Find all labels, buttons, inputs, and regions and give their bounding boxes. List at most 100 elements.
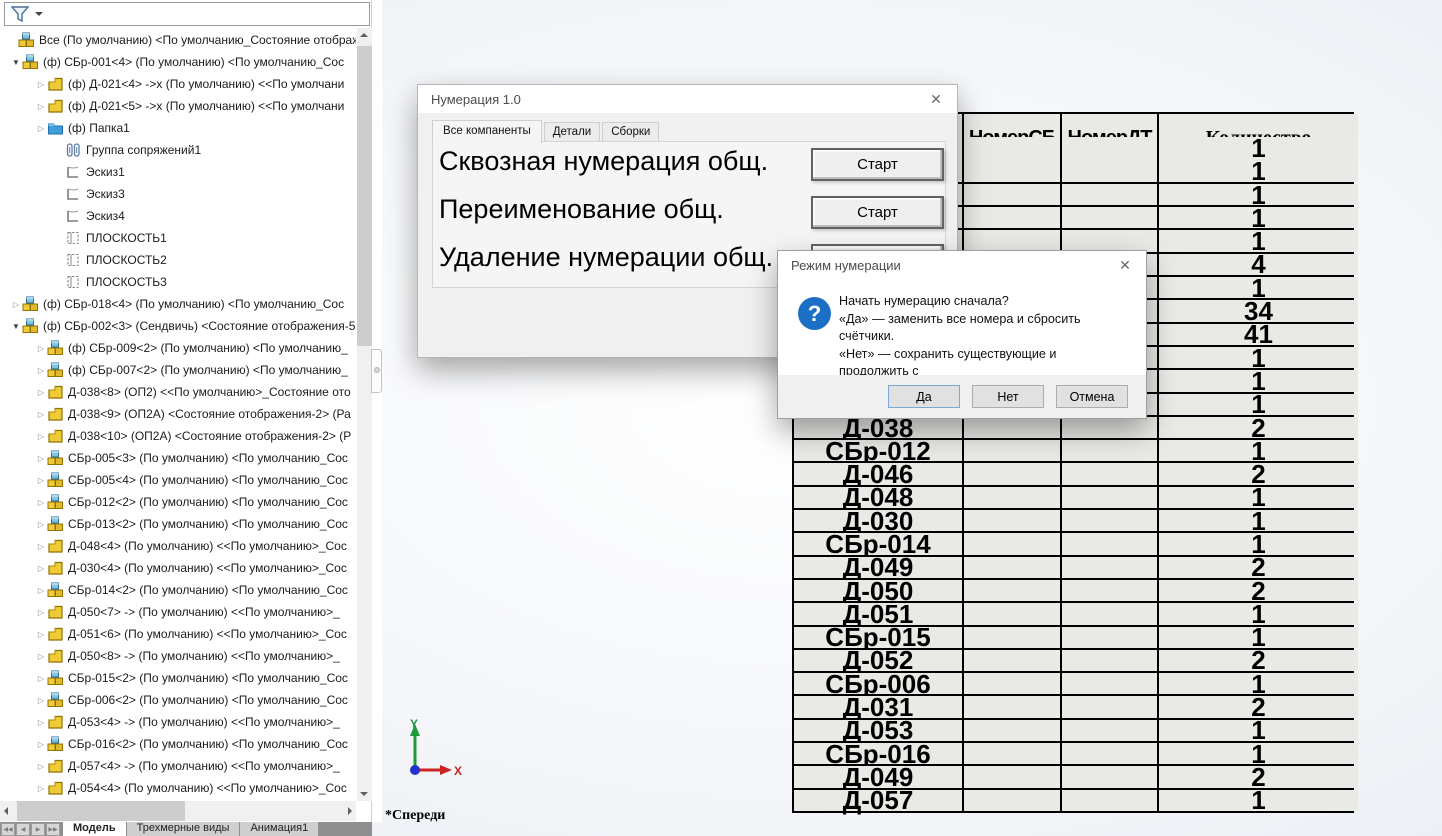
tree-item[interactable]: (ф) Д-021<4> ->х (По умолчанию) <<По умо… [0, 73, 356, 95]
panel-collapse-handle[interactable] [371, 349, 382, 393]
expand-arrow-icon[interactable] [35, 410, 47, 419]
tree-item[interactable]: Д-050<7> -> (По умолчанию) <<По умолчани… [0, 601, 356, 623]
expand-arrow-icon[interactable] [35, 542, 47, 551]
tree-item[interactable]: Д-038<10> (ОП2А) <Состояние отображения-… [0, 425, 356, 447]
tree-item[interactable]: Д-056<4> (По умолчанию) <По [0, 799, 356, 800]
expand-arrow-icon[interactable] [35, 498, 47, 507]
numbering-tab[interactable]: Сборки [602, 122, 659, 142]
expand-arrow-icon[interactable] [35, 520, 47, 529]
expand-arrow-icon[interactable] [10, 300, 22, 309]
tree-item[interactable]: Эскиз1 [0, 161, 356, 183]
tree-item[interactable]: СБр-015<2> (По умолчанию) <По умолчанию_… [0, 667, 356, 689]
filter-dropdown-caret[interactable] [35, 12, 43, 20]
tree-item[interactable]: (ф) СБр-018<4> (По умолчанию) <По умолча… [0, 293, 356, 315]
tree-horizontal-scrollbar[interactable] [0, 801, 356, 821]
expand-arrow-icon[interactable] [35, 564, 47, 573]
expand-arrow-icon[interactable] [35, 124, 47, 133]
expand-arrow-icon[interactable] [10, 322, 22, 331]
numbering-tab[interactable]: Все компаненты [432, 120, 542, 143]
feature-tree: Все (По умолчанию) <По умолчанию_Состоян… [0, 28, 356, 800]
tree-item[interactable]: (ф) СБр-002<3> (Сендвичь) <Состояние ото… [0, 315, 356, 337]
tree-item[interactable]: ПЛОСКОСТЬ2 [0, 249, 356, 271]
tree-item[interactable]: Д-048<4> (По умолчанию) <<По умолчанию>_… [0, 535, 356, 557]
tree-item[interactable]: Д-051<6> (По умолчанию) <<По умолчанию>_… [0, 623, 356, 645]
close-icon[interactable] [924, 90, 948, 108]
tree-item[interactable]: (ф) Д-021<5> ->х (По умолчанию) <<По умо… [0, 95, 356, 117]
expand-arrow-icon[interactable] [35, 696, 47, 705]
tree-item[interactable]: Эскиз4 [0, 205, 356, 227]
expand-arrow-icon[interactable] [35, 344, 47, 353]
expand-arrow-icon[interactable] [35, 454, 47, 463]
tree-item[interactable]: Д-038<9> (ОП2А) <Состояние отображения-2… [0, 403, 356, 425]
scroll-down-icon[interactable] [360, 792, 368, 796]
tree-item[interactable]: (ф) Папка1 [0, 117, 356, 139]
tree-item[interactable]: (ф) СБр-009<2> (По умолчанию) <По умолча… [0, 337, 356, 359]
tree-item[interactable]: Группа сопряжений1 [0, 139, 356, 161]
expand-arrow-icon[interactable] [35, 718, 47, 727]
expand-arrow-icon[interactable] [35, 608, 47, 617]
expand-arrow-icon[interactable] [35, 432, 47, 441]
tree-item[interactable]: Д-054<4> (По умолчанию) <<По умолчанию>_… [0, 777, 356, 799]
bom-cell: Д-048 [794, 487, 962, 508]
tree-item[interactable]: ПЛОСКОСТЬ3 [0, 271, 356, 293]
expand-arrow-icon[interactable] [35, 652, 47, 661]
numbering-dialog-titlebar[interactable]: Нумерация 1.0 [418, 85, 957, 113]
document-tab[interactable]: Анимация1 [239, 822, 318, 836]
tab-first-icon[interactable]: ◀◀ [1, 823, 15, 836]
tree-item[interactable]: Д-057<4> -> (По умолчанию) <<По умолчани… [0, 755, 356, 777]
document-tab[interactable]: Трехмерные виды [126, 822, 240, 836]
document-tab[interactable]: Модель [62, 822, 126, 836]
tab-next-icon[interactable]: ▶ [31, 823, 45, 836]
close-icon[interactable] [1113, 256, 1137, 274]
numbering-tab[interactable]: Детали [544, 122, 600, 142]
tree-hscroll-thumb[interactable] [17, 801, 185, 821]
expand-arrow-icon[interactable] [35, 674, 47, 683]
expand-arrow-icon[interactable] [35, 586, 47, 595]
tree-item[interactable]: СБр-005<3> (По умолчанию) <По умолчанию_… [0, 447, 356, 469]
mode-dialog-titlebar[interactable]: Режим нумерации [778, 251, 1146, 279]
tab-prev-icon[interactable]: ◀ [16, 823, 30, 836]
expand-arrow-icon[interactable] [35, 740, 47, 749]
expand-arrow-icon[interactable] [35, 762, 47, 771]
tree-item[interactable]: Д-053<4> -> (По умолчанию) <<По умолчани… [0, 711, 356, 733]
tree-item[interactable]: Д-038<8> (ОП2) <<По умолчанию>_Состояние… [0, 381, 356, 403]
tree-item[interactable]: Все (По умолчанию) <По умолчанию_Состоян… [0, 29, 356, 51]
scroll-up-icon[interactable] [360, 33, 368, 37]
tree-filter-bar[interactable] [4, 2, 370, 26]
panel-splitter[interactable] [372, 0, 382, 822]
expand-arrow-icon[interactable] [10, 58, 22, 67]
tree-item[interactable]: Эскиз3 [0, 183, 356, 205]
start-button[interactable]: Старт [811, 196, 944, 229]
bom-cell [964, 487, 1060, 508]
tree-vscroll-thumb[interactable] [357, 46, 372, 346]
tree-item[interactable]: (ф) СБр-007<2> (По умолчанию) <По умолча… [0, 359, 356, 381]
scroll-right-icon[interactable] [348, 807, 352, 815]
tree-item[interactable]: Д-050<8> -> (По умолчанию) <<По умолчани… [0, 645, 356, 667]
tree-item[interactable]: (ф) СБр-001<4> (По умолчанию) <По умолча… [0, 51, 356, 73]
plane-icon [65, 230, 82, 246]
mode-dialog-button-no[interactable]: Нет [972, 385, 1044, 408]
bom-cell [964, 673, 1060, 694]
expand-arrow-icon[interactable] [35, 630, 47, 639]
tree-item[interactable]: СБр-005<4> (По умолчанию) <По умолчанию_… [0, 469, 356, 491]
expand-arrow-icon[interactable] [35, 366, 47, 375]
tree-vertical-scrollbar[interactable] [357, 28, 372, 801]
tree-item[interactable]: СБр-016<2> (По умолчанию) <По умолчанию_… [0, 733, 356, 755]
tree-item[interactable]: ПЛОСКОСТЬ1 [0, 227, 356, 249]
tree-item[interactable]: СБр-013<2> (По умолчанию) <По умолчанию_… [0, 513, 356, 535]
tree-item[interactable]: СБр-012<2> (По умолчанию) <По умолчанию_… [0, 491, 356, 513]
expand-arrow-icon[interactable] [35, 80, 47, 89]
tree-item[interactable]: СБр-006<2> (По умолчанию) <По умолчанию_… [0, 689, 356, 711]
tree-item[interactable]: Д-030<4> (По умолчанию) <<По умолчанию>_… [0, 557, 356, 579]
start-button[interactable]: Старт [811, 148, 944, 181]
scroll-left-icon[interactable] [4, 807, 8, 815]
expand-arrow-icon[interactable] [35, 388, 47, 397]
expand-arrow-icon[interactable] [35, 784, 47, 793]
expand-arrow-icon[interactable] [35, 476, 47, 485]
tab-last-icon[interactable]: ▶▶ [46, 823, 60, 836]
bom-cell [1062, 580, 1157, 601]
tree-item[interactable]: СБр-014<2> (По умолчанию) <По умолчанию_… [0, 579, 356, 601]
expand-arrow-icon[interactable] [35, 102, 47, 111]
mode-dialog-button-yes[interactable]: Да [888, 385, 960, 408]
mode-dialog-button-cancel[interactable]: Отмена [1056, 385, 1128, 408]
